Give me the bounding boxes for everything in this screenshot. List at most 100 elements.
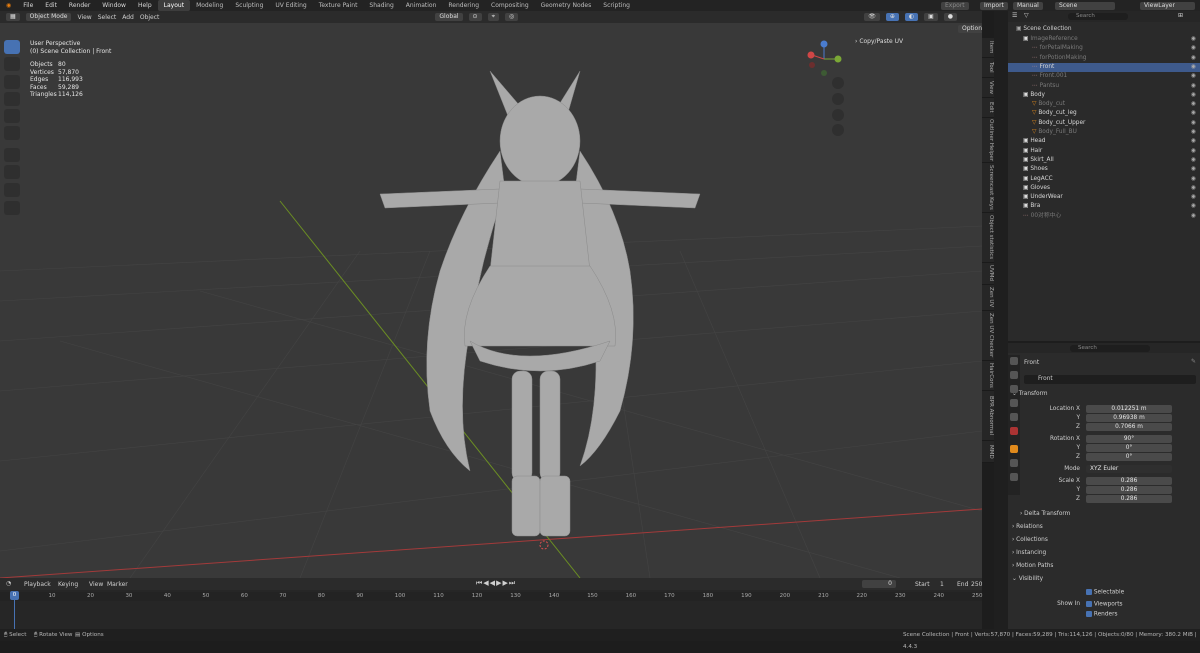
perspective-toggle-icon[interactable] xyxy=(832,124,844,136)
constraints-tab-icon[interactable] xyxy=(1010,473,1018,481)
object-tab-icon[interactable] xyxy=(1010,445,1018,453)
sidetab-screencast-keys[interactable]: Screencast Keys xyxy=(982,163,994,213)
outliner-editor-icon[interactable]: ☰ xyxy=(1012,12,1017,19)
playhead[interactable]: 0 xyxy=(10,591,19,600)
outliner-row[interactable]: ▣ Body ◉ xyxy=(1008,91,1200,100)
view-layer-tab-icon[interactable] xyxy=(1010,399,1018,407)
tab-geometry-nodes[interactable]: Geometry Nodes xyxy=(535,0,598,11)
outliner-row[interactable]: ⋯ Front.001 ◉ xyxy=(1008,72,1200,81)
outliner-row[interactable]: ⋯ Front ◉ xyxy=(1008,62,1200,73)
options-button[interactable]: Options xyxy=(958,25,982,33)
outliner-scene-collection[interactable]: ▣ Scene Collection xyxy=(1008,25,1200,34)
visibility-eye-icon[interactable]: ◉ xyxy=(1191,82,1196,91)
transform-tool-icon[interactable] xyxy=(4,126,20,140)
location-y-field[interactable]: 0.96938 m xyxy=(1086,414,1172,422)
outliner-row[interactable]: ▣ Skirt_All ◉ xyxy=(1008,156,1200,165)
visibility-eye-icon[interactable]: ◉ xyxy=(1191,165,1196,174)
renders-checkbox[interactable]: Renders xyxy=(1086,611,1118,618)
measure-tool-icon[interactable] xyxy=(4,165,20,179)
visibility-eye-icon[interactable]: ◉ xyxy=(1191,44,1196,53)
visibility-eye-icon[interactable]: ◉ xyxy=(1191,54,1196,63)
outliner-row[interactable]: ▣ ImageReference ◉ xyxy=(1008,35,1200,44)
overlay-toggle-icon[interactable]: ◐ xyxy=(904,13,919,21)
outliner-search-input[interactable]: Search xyxy=(1068,13,1128,20)
editor-type-icon[interactable]: ▦ xyxy=(6,13,20,21)
orientation-selector[interactable]: Global xyxy=(435,13,463,21)
scale-y-field[interactable]: 0.286 xyxy=(1086,486,1172,494)
timeline-view-menu[interactable]: View xyxy=(89,581,103,588)
tab-shading[interactable]: Shading xyxy=(363,0,399,11)
sidetab-item[interactable]: Item xyxy=(982,38,994,58)
object-menu[interactable]: Object xyxy=(140,14,160,21)
copy-paste-uv-panel[interactable]: › Copy/Paste UV xyxy=(855,38,903,45)
select-tool-icon[interactable] xyxy=(4,40,20,54)
outliner-row[interactable]: ▣ UnderWear ◉ xyxy=(1008,193,1200,202)
keying-menu[interactable]: Keying xyxy=(58,581,78,588)
proportional-edit-icon[interactable]: ◎ xyxy=(504,13,519,21)
world-tab-icon[interactable] xyxy=(1010,427,1018,435)
rotation-z-field[interactable]: 0° xyxy=(1086,453,1172,461)
render-tab-icon[interactable] xyxy=(1010,371,1018,379)
location-z-field[interactable]: 0.7066 m xyxy=(1086,423,1172,431)
playback-menu[interactable]: Playback xyxy=(24,581,51,588)
sidetab-haircons[interactable]: HairCons xyxy=(982,361,994,391)
camera-view-icon[interactable] xyxy=(832,109,844,121)
rotation-x-field[interactable]: 90° xyxy=(1086,435,1172,443)
timeline-editor-icon[interactable]: ◔ xyxy=(6,580,11,587)
extra-tool-icon[interactable] xyxy=(4,201,20,215)
tab-texture-paint[interactable]: Texture Paint xyxy=(313,0,364,11)
visibility-eye-icon[interactable]: ◉ xyxy=(1191,100,1196,109)
selectable-checkbox[interactable]: Selectable xyxy=(1086,589,1124,596)
export-button[interactable]: Export xyxy=(941,1,969,10)
sidetab-tool[interactable]: Tool xyxy=(982,58,994,78)
pivot-icon[interactable]: ⊙ xyxy=(468,13,482,21)
scale-tool-icon[interactable] xyxy=(4,109,20,123)
3d-cursor[interactable] xyxy=(539,540,549,550)
sidetab-zen-uv[interactable]: Zen UV xyxy=(982,285,994,311)
visibility-eye-icon[interactable]: ◉ xyxy=(1191,137,1196,146)
delta-transform-section[interactable]: › Delta Transform xyxy=(1020,511,1070,517)
manual-button[interactable]: Manual xyxy=(1013,1,1043,10)
start-frame-field[interactable]: 1 xyxy=(940,581,944,588)
end-frame-field[interactable]: 250 xyxy=(971,581,982,588)
tab-compositing[interactable]: Compositing xyxy=(485,0,535,11)
relations-section[interactable]: › Relations xyxy=(1012,524,1043,530)
view-menu[interactable]: View xyxy=(77,14,91,21)
viewports-checkbox[interactable]: Viewports xyxy=(1086,601,1123,608)
outliner-row[interactable]: ⋯ Pantsu ◉ xyxy=(1008,82,1200,91)
snap-icon[interactable]: ⌖ xyxy=(487,13,499,21)
sidetab-zen-uv-checker[interactable]: Zen UV Checker xyxy=(982,311,994,361)
properties-search-input[interactable]: Search xyxy=(1070,344,1150,352)
visibility-eye-icon[interactable]: ◉ xyxy=(1191,35,1196,44)
new-collection-icon[interactable]: ⊞ xyxy=(1178,12,1183,19)
collections-section[interactable]: › Collections xyxy=(1012,537,1048,543)
rotation-mode-select[interactable]: XYZ Euler xyxy=(1086,465,1172,473)
visibility-eye-icon[interactable]: ◉ xyxy=(1191,128,1196,137)
tab-layout[interactable]: Layout xyxy=(157,0,191,11)
physics-tab-icon[interactable] xyxy=(1010,459,1018,467)
tool-tab-icon[interactable] xyxy=(1010,357,1018,365)
sidetab-uvmd[interactable]: UVMd xyxy=(982,263,994,285)
menu-window[interactable]: Window xyxy=(96,0,132,11)
outliner-row[interactable]: ▽ Body_cut ◉ xyxy=(1008,100,1200,109)
character-model[interactable] xyxy=(379,70,701,537)
outliner-row[interactable]: ▣ Bra ◉ xyxy=(1008,202,1200,211)
pan-hand-icon[interactable] xyxy=(832,93,844,105)
current-frame-field[interactable]: 0 xyxy=(862,580,896,588)
viewlayer-selector[interactable]: ViewLayer xyxy=(1140,1,1195,10)
visibility-icon[interactable]: 👁 xyxy=(864,13,880,21)
3d-viewport[interactable]: ▦ Object Mode View Select Add Object Glo… xyxy=(0,11,982,578)
playback-controls-icon[interactable]: ⏮◀◀▶▶⏭ xyxy=(476,579,516,588)
sidetab-bpr-abnormal[interactable]: BPR Abnormal xyxy=(982,391,994,441)
rotate-tool-icon[interactable] xyxy=(4,92,20,106)
outliner-row[interactable]: ▽ Body_cut_leg ◉ xyxy=(1008,109,1200,118)
menu-render[interactable]: Render xyxy=(63,0,96,11)
outliner-row[interactable]: ⋯ 00对称中心 ◉ xyxy=(1008,212,1200,221)
sidetab-object-statistics[interactable]: Object statistics xyxy=(982,213,994,263)
location-x-field[interactable]: 0.012251 m xyxy=(1086,405,1172,413)
visibility-eye-icon[interactable]: ◉ xyxy=(1191,184,1196,193)
scene-selector[interactable]: Scene xyxy=(1055,1,1115,10)
visibility-section[interactable]: ⌄ Visibility xyxy=(1012,576,1043,582)
outliner-row[interactable]: ▣ Shoes ◉ xyxy=(1008,165,1200,174)
outliner-row[interactable]: ⋯ forPotionMaking ◉ xyxy=(1008,54,1200,63)
